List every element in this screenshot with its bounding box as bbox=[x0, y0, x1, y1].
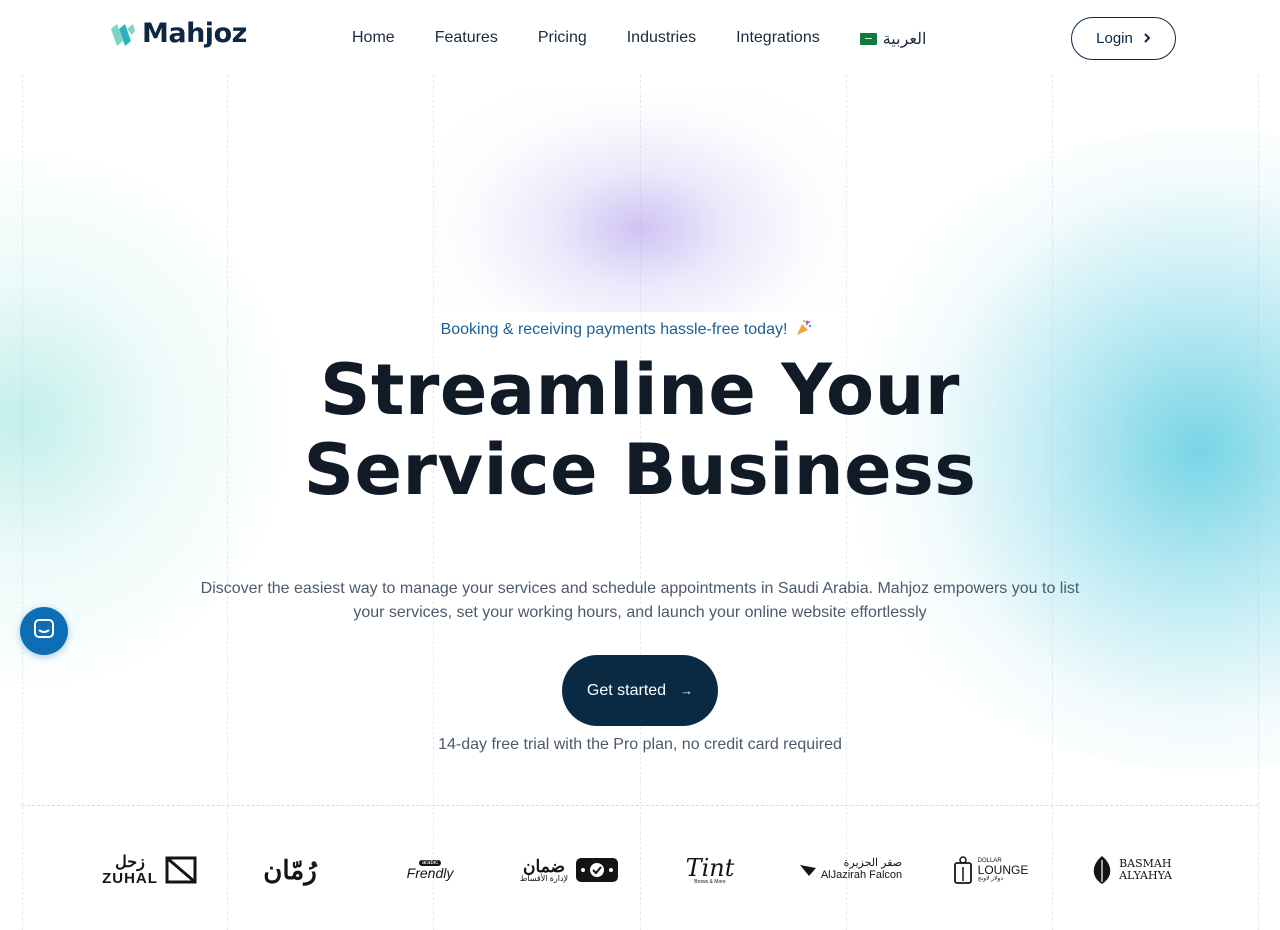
client-logos: زحل ZUHAL رُمّان arabic Frendly ضمان لإد… bbox=[0, 840, 1280, 900]
chevron-right-icon bbox=[1143, 30, 1151, 47]
headline-line-1: Streamline Your bbox=[320, 349, 960, 431]
get-started-button[interactable]: Get started → bbox=[562, 655, 718, 726]
nav-industries[interactable]: Industries bbox=[627, 29, 696, 49]
lounge-arabic: دولار لاونج bbox=[977, 876, 1004, 882]
center-glow bbox=[435, 92, 845, 312]
nav-features[interactable]: Features bbox=[435, 29, 498, 49]
brand-logo[interactable]: Mahjoz bbox=[110, 18, 247, 49]
tint-name: Tint bbox=[685, 853, 735, 882]
grid-line bbox=[1052, 75, 1053, 930]
zuhal-name: ZUHAL bbox=[102, 869, 158, 887]
nav-integrations[interactable]: Integrations bbox=[736, 29, 820, 49]
tint-tagline: Brows & More bbox=[694, 878, 726, 885]
party-popper-icon bbox=[795, 319, 813, 342]
login-button[interactable]: Login bbox=[1071, 17, 1176, 60]
brand-name: Mahjoz bbox=[142, 18, 247, 49]
rumman-arabic: رُمّان bbox=[263, 854, 317, 885]
client-logo-frendly: arabic Frendly bbox=[400, 840, 460, 900]
page-title: Streamline Your Service Business bbox=[240, 350, 1040, 510]
client-logo-tint: Tint Brows & More bbox=[680, 840, 740, 900]
falcon-icon bbox=[799, 865, 816, 876]
site-header: Mahjoz Home Features Pricing Industries … bbox=[0, 0, 1280, 78]
chat-launcher-button[interactable] bbox=[20, 607, 68, 655]
zuhal-mark-icon bbox=[165, 856, 197, 884]
headline-line-2: Service Business bbox=[303, 429, 977, 511]
mahjoz-logo-icon bbox=[110, 21, 136, 47]
grid-line bbox=[22, 75, 23, 930]
client-logo-zuhal: زحل ZUHAL bbox=[100, 840, 200, 900]
client-logo-rumman: رُمّان bbox=[255, 840, 325, 900]
arrow-right-icon: → bbox=[680, 683, 694, 698]
client-logo-daman: ضمان لإدارة الأقساط bbox=[515, 840, 625, 900]
get-started-label: Get started bbox=[586, 681, 667, 699]
falcon-name: AlJazirah Falcon bbox=[820, 869, 903, 881]
lounge-name: LOUNGE bbox=[977, 863, 1029, 877]
grid-line bbox=[1258, 75, 1259, 930]
client-logo-dollar-lounge: DOLLAR LOUNGE دولار لاونج bbox=[950, 840, 1030, 900]
client-logo-aljazirah-falcon: صقر الجزيرة AlJazirah Falcon bbox=[798, 840, 903, 900]
login-label: Login bbox=[1096, 30, 1133, 47]
zuhal-arabic: زحل bbox=[115, 853, 145, 871]
daman-banknote-icon bbox=[576, 858, 619, 882]
hero-description: Discover the easiest way to manage your … bbox=[200, 580, 1080, 621]
hero-badge: Booking & receiving payments hassle-free… bbox=[432, 313, 822, 347]
lounge-mark-icon bbox=[953, 856, 972, 884]
badge-text: Booking & receiving payments hassle-free… bbox=[440, 321, 788, 338]
saudi-flag-icon bbox=[859, 33, 877, 45]
daman-arabic: ضمان bbox=[523, 856, 565, 876]
nav-pricing[interactable]: Pricing bbox=[538, 29, 587, 49]
frendly-name: Frendly bbox=[406, 865, 454, 881]
leaf-icon bbox=[1093, 856, 1111, 884]
main-nav: Home Features Pricing Industries Integra… bbox=[352, 29, 926, 49]
language-switcher[interactable]: العربية bbox=[859, 29, 927, 49]
language-label: العربية bbox=[882, 31, 927, 48]
client-logo-basmah-alyahya: BASMAH ALYAHYA bbox=[1088, 840, 1173, 900]
daman-tagline: لإدارة الأقساط bbox=[519, 873, 569, 883]
grid-line bbox=[227, 75, 228, 930]
section-divider bbox=[22, 805, 1258, 806]
chat-icon bbox=[33, 618, 55, 644]
basmah-surname: ALYAHYA bbox=[1119, 869, 1172, 882]
nav-home[interactable]: Home bbox=[352, 29, 395, 49]
trial-note: 14-day free trial with the Pro plan, no … bbox=[438, 736, 842, 753]
